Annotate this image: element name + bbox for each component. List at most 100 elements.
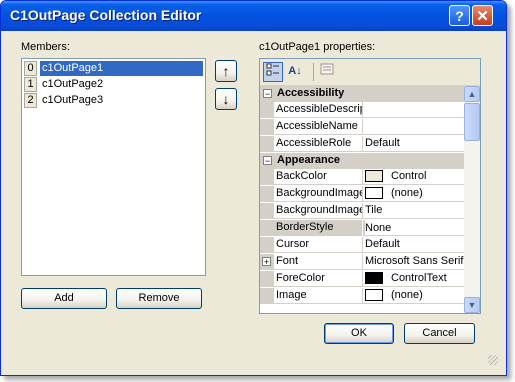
row-gutter [260,102,274,118]
row-gutter [260,169,274,185]
member-name: c1OutPage3 [42,94,104,106]
cancel-button[interactable]: Cancel [404,323,475,344]
move-down-button[interactable]: ↓ [215,88,237,110]
list-item[interactable]: 2 c1OutPage3 [24,93,205,109]
scroll-thumb[interactable] [464,103,480,141]
column-divider [362,220,363,236]
column-divider [362,136,363,152]
category-label: Appearance [277,154,340,166]
property-name: AccessibleRole [276,137,352,149]
property-name: BackColor [276,170,327,182]
remove-button[interactable]: Remove [116,288,202,309]
property-row[interactable]: ForeColor ControlText [260,271,464,287]
property-row[interactable]: Image (none) [260,288,464,304]
property-row-selected[interactable]: BorderStyle None [260,220,464,236]
row-gutter [260,203,274,219]
property-row[interactable]: AccessibleDescrip [260,102,464,118]
resize-grip-icon[interactable] [488,355,498,365]
member-index: 0 [24,61,37,76]
members-list[interactable]: 0 c1OutPage1 1 c1OutPage2 2 c1OutPage3 [21,58,206,276]
scroll-up-button[interactable]: ▲ [464,86,480,102]
property-value[interactable]: Default [365,137,464,149]
list-item[interactable]: 1 c1OutPage2 [24,77,205,93]
column-divider [362,119,363,135]
arrow-up-icon: ↑ [222,63,230,79]
members-label: Members: [21,41,70,53]
vertical-scrollbar[interactable]: ▲ ▼ [464,86,480,313]
property-value[interactable]: ControlText [391,272,464,284]
title-bar[interactable]: C1OutPage Collection Editor ? ✕ [1,1,506,31]
color-swatch [365,170,383,182]
property-value[interactable]: (none) [391,289,464,301]
toolbar-separator [313,63,314,81]
properties-label: c1OutPage1 properties: [259,41,376,53]
list-item[interactable]: 0 c1OutPage1 [24,61,205,77]
column-divider [362,254,363,270]
property-row[interactable]: + Font Microsoft Sans Serif, [260,254,464,270]
categorized-icon [266,63,279,76]
property-value[interactable]: Default [365,238,464,250]
column-divider [362,203,363,219]
property-name: Font [276,255,299,267]
column-divider [362,186,363,202]
collection-editor-dialog: C1OutPage Collection Editor ? ✕ Members:… [0,0,507,376]
category-label: Accessibility [277,87,345,99]
property-name: AccessibleDescrip [276,103,362,115]
alphabetical-icon: A↓ [288,65,302,77]
category-appearance[interactable]: − Appearance [260,153,464,169]
add-button[interactable]: Add [21,288,107,309]
member-index: 2 [24,93,37,108]
property-pages-icon [320,63,334,75]
alphabetical-button[interactable]: A↓ [285,62,305,82]
help-button[interactable]: ? [449,5,470,26]
property-value[interactable]: (none) [391,187,464,199]
collapse-icon[interactable]: − [263,156,272,166]
row-gutter [260,220,274,236]
column-divider [362,169,363,185]
column-divider [362,288,363,304]
close-button[interactable]: ✕ [472,5,493,26]
row-gutter [260,119,274,135]
property-grid[interactable]: A↓ − Accessibility AccessibleDescrip Acc… [259,58,481,314]
property-value[interactable]: None [365,220,464,235]
property-name: BackgroundImage [276,187,362,199]
property-name: ForeColor [276,272,325,284]
property-value[interactable]: Microsoft Sans Serif, [365,255,464,267]
property-row[interactable]: BackgroundImage (none) [260,186,464,202]
image-swatch [365,187,383,199]
category-accessibility[interactable]: − Accessibility [260,86,464,102]
row-gutter [260,288,274,304]
property-pages-button[interactable] [317,62,337,82]
color-swatch [365,272,383,284]
property-row[interactable]: Cursor Default [260,237,464,253]
property-grid-toolbar: A↓ [260,59,480,86]
row-gutter [260,136,274,152]
row-gutter [260,271,274,287]
property-row[interactable]: BackColor Control [260,169,464,185]
property-name: AccessibleName [276,120,358,132]
column-divider [362,237,363,253]
member-name: c1OutPage2 [42,78,104,90]
property-name: BackgroundImage [276,204,362,216]
expand-icon[interactable]: + [262,257,271,267]
member-name: c1OutPage1 [40,61,203,76]
property-row[interactable]: AccessibleName [260,119,464,135]
property-name: Image [276,289,307,301]
property-value[interactable]: Control [391,170,464,182]
collapse-icon[interactable]: − [263,89,272,99]
member-index: 1 [24,77,37,92]
property-row[interactable]: AccessibleRole Default [260,136,464,152]
column-divider [362,271,363,287]
ok-button[interactable]: OK [324,323,394,344]
row-gutter [260,237,274,253]
property-row[interactable]: BackgroundImage Tile [260,203,464,219]
row-gutter [260,186,274,202]
categorized-button[interactable] [263,62,283,82]
arrow-down-icon: ↓ [222,91,230,107]
move-up-button[interactable]: ↑ [215,60,237,82]
property-value[interactable]: Tile [365,204,464,216]
scroll-down-button[interactable]: ▼ [464,297,480,313]
property-name: Cursor [276,238,310,250]
property-name: BorderStyle [276,221,334,233]
window-title: C1OutPage Collection Editor [10,7,202,23]
